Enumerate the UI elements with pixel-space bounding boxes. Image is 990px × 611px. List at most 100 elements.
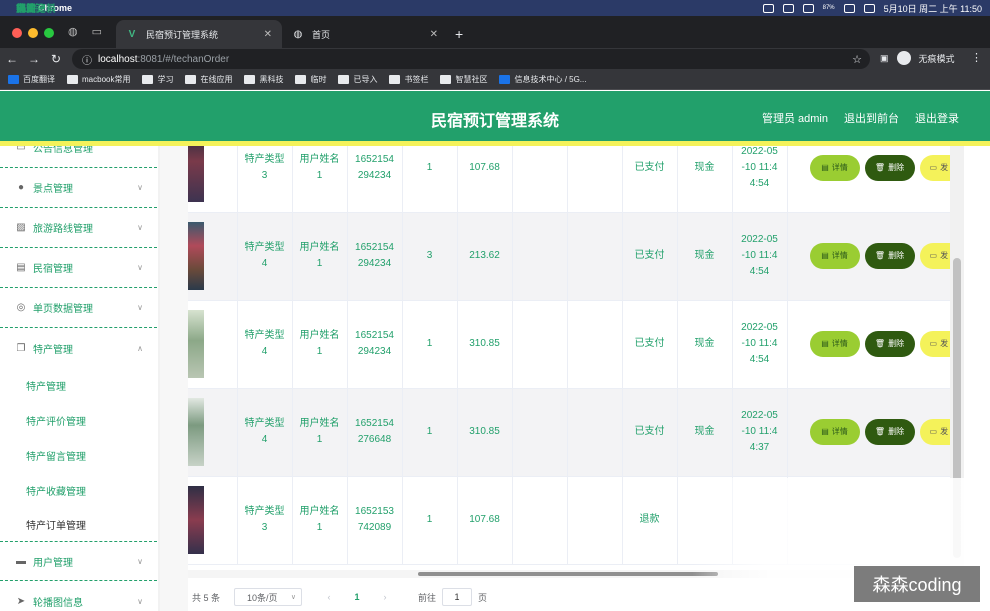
bookmark-item[interactable]: 已导入 bbox=[338, 74, 377, 85]
detail-button[interactable]: ▤ 详情 bbox=[809, 419, 860, 445]
cell-method: 现金 bbox=[677, 388, 733, 477]
submenu-item[interactable]: 特产收藏管理 bbox=[26, 483, 86, 498]
control-center-icon[interactable] bbox=[863, 3, 875, 13]
product-image[interactable] bbox=[188, 222, 204, 290]
ship-button[interactable]: ▭ 发 bbox=[919, 154, 950, 181]
tab-inactive[interactable]: ◍ 首页 ✕ bbox=[282, 20, 448, 48]
new-tab-button[interactable]: + bbox=[455, 26, 463, 42]
globe-icon[interactable]: ◍ bbox=[68, 25, 78, 38]
close-tab-icon[interactable]: ✕ bbox=[264, 29, 272, 40]
cell-text: 107.68 bbox=[469, 514, 500, 525]
status-icon[interactable] bbox=[782, 3, 794, 13]
delete-label: 删除 bbox=[888, 427, 905, 436]
bookmark-item[interactable]: 书签栏 bbox=[389, 74, 428, 85]
ship-button[interactable]: ▭ 发 bbox=[919, 243, 950, 269]
page-number-current[interactable]: 1 bbox=[350, 592, 364, 602]
delete-button[interactable]: 🗑 删除 bbox=[864, 331, 915, 357]
status-icon[interactable] bbox=[762, 3, 774, 13]
product-image[interactable] bbox=[188, 310, 204, 378]
sidepanel-icon[interactable]: ▣ bbox=[880, 53, 889, 64]
sidebar-item-users[interactable]: ▬ 用户管理 ∨ bbox=[0, 541, 157, 581]
folder-icon bbox=[295, 75, 307, 84]
wifi-icon[interactable] bbox=[843, 3, 855, 13]
scrollbar-thumb[interactable] bbox=[418, 572, 718, 576]
zoom-window-button[interactable] bbox=[44, 28, 54, 38]
submenu-item[interactable]: 特产留言管理 bbox=[26, 448, 86, 463]
bookmark-item[interactable]: 学习 bbox=[142, 74, 173, 85]
bookmark-item[interactable]: 智慧社区 bbox=[440, 74, 487, 85]
cell-text: 3 bbox=[426, 250, 433, 261]
cell-text: 已支付 bbox=[634, 338, 665, 349]
detail-button[interactable]: ▤ 详情 bbox=[809, 331, 860, 357]
submenu-item[interactable]: 特产管理 bbox=[26, 378, 66, 393]
delete-label: 删除 bbox=[888, 162, 905, 172]
window-icon[interactable]: ▭ bbox=[92, 25, 102, 38]
page-suffix: 页 bbox=[478, 592, 488, 603]
sidebar-item-pages[interactable]: ◎ 单页数据管理 ∨ bbox=[0, 288, 157, 328]
ship-button[interactable]: ▭ 发 bbox=[919, 331, 950, 357]
delete-button[interactable]: 🗑 删除 bbox=[864, 243, 915, 269]
ship-button[interactable]: ▭ 发 bbox=[919, 419, 950, 445]
cell-c7 bbox=[567, 146, 623, 213]
back-icon[interactable]: ← bbox=[2, 52, 22, 66]
bookmark-star-icon[interactable]: ☆ bbox=[852, 53, 862, 66]
bookmark-item[interactable]: 信息技术中心 / 5G... bbox=[499, 74, 586, 85]
chevron-down-icon: ∨ bbox=[137, 223, 143, 232]
book-icon: ▭ bbox=[929, 427, 938, 436]
forward-icon[interactable]: → bbox=[24, 52, 44, 66]
exit-to-front-link[interactable]: 退出到前台 bbox=[844, 110, 899, 126]
product-image[interactable] bbox=[188, 486, 204, 554]
clock[interactable]: 5月10日 周二 上午 11:50 bbox=[884, 2, 982, 15]
cell-c7 bbox=[567, 476, 623, 565]
prev-page-icon[interactable]: ‹ bbox=[322, 592, 336, 602]
bookmark-item[interactable]: 在线应用 bbox=[185, 74, 232, 85]
cell-text: 已支付 bbox=[634, 426, 665, 437]
table-row: 特产类型 3 用户姓名 1 1652154 294234 1 107.68 已支付 现金 20… bbox=[188, 146, 950, 213]
sidebar-item-notices[interactable]: ▭ 公告信息管理 bbox=[0, 146, 157, 168]
product-image[interactable] bbox=[188, 146, 204, 202]
reload-icon[interactable]: ↻ bbox=[46, 52, 66, 66]
book-icon: ▭ bbox=[929, 251, 938, 260]
trash-icon: 🗑 bbox=[874, 339, 886, 348]
cell-type: 特产类型 4 bbox=[237, 388, 293, 477]
sidebar-item-attractions[interactable]: ● 景点管理 ∨ bbox=[0, 168, 157, 208]
more-menu-icon[interactable]: ⋮ bbox=[971, 51, 982, 64]
sidebar-item-homestay[interactable]: ▤ 民宿管理 ∨ bbox=[0, 248, 157, 288]
goto-label: 前往 bbox=[418, 592, 437, 603]
tab-active[interactable]: V 民宿预订管理系统 ✕ bbox=[116, 20, 282, 48]
detail-button[interactable]: ▤ 详情 bbox=[809, 154, 860, 181]
goto-page-input[interactable]: 1 bbox=[442, 588, 473, 606]
incognito-label[interactable]: 无痕模式 bbox=[919, 52, 955, 65]
info-icon[interactable]: ⓘ bbox=[82, 52, 92, 67]
next-page-icon[interactable]: › bbox=[378, 592, 392, 602]
address-bar[interactable]: ⓘ localhost :8081/#/techanOrder ☆ bbox=[72, 49, 870, 69]
sidebar-item-specialty[interactable]: ❐ 特产管理 ∧ bbox=[0, 328, 157, 368]
sidebar-item-carousel[interactable]: ➤ 轮播图信息 ∨ bbox=[0, 581, 157, 611]
close-window-button[interactable] bbox=[12, 28, 22, 38]
bookmark-item[interactable]: 临时 bbox=[295, 74, 326, 85]
cell-phone: 1652154 294234 bbox=[347, 146, 403, 213]
book-icon: ▭ bbox=[929, 162, 938, 172]
close-tab-icon[interactable]: ✕ bbox=[430, 29, 438, 40]
bookmark-item[interactable]: 百度翻译 bbox=[8, 74, 55, 85]
sidebar-item-routes[interactable]: ▨ 旅游路线管理 ∨ bbox=[0, 208, 157, 248]
detail-button[interactable]: ▤ 详情 bbox=[809, 243, 860, 269]
cell-text: 1652154 294234 bbox=[355, 330, 394, 357]
delete-button[interactable]: 🗑 删除 bbox=[864, 419, 915, 445]
product-image[interactable] bbox=[188, 398, 204, 466]
bookmark-item[interactable]: macbook常用 bbox=[67, 74, 130, 85]
minimize-window-button[interactable] bbox=[28, 28, 38, 38]
chevron-down-icon: ∨ bbox=[137, 596, 143, 606]
product-image-cell bbox=[188, 300, 238, 389]
submenu-item-active[interactable]: 特产订单管理 bbox=[26, 517, 86, 532]
url-host: localhost bbox=[98, 53, 138, 65]
delete-button[interactable]: 🗑 删除 bbox=[864, 154, 915, 181]
submenu-item[interactable]: 特产评价管理 bbox=[26, 413, 86, 428]
page-size-select[interactable]: 10条/页 ∨ bbox=[234, 588, 303, 606]
logout-link[interactable]: 退出登录 bbox=[915, 110, 959, 126]
row-actions: ▤ 详情 🗑 删除 ▭ 发 bbox=[787, 300, 950, 389]
detail-label: 详情 bbox=[831, 339, 848, 348]
status-icon[interactable] bbox=[802, 3, 814, 13]
bookmark-item[interactable]: 黑科技 bbox=[244, 74, 283, 85]
bookmark-label: 学习 bbox=[157, 75, 174, 84]
